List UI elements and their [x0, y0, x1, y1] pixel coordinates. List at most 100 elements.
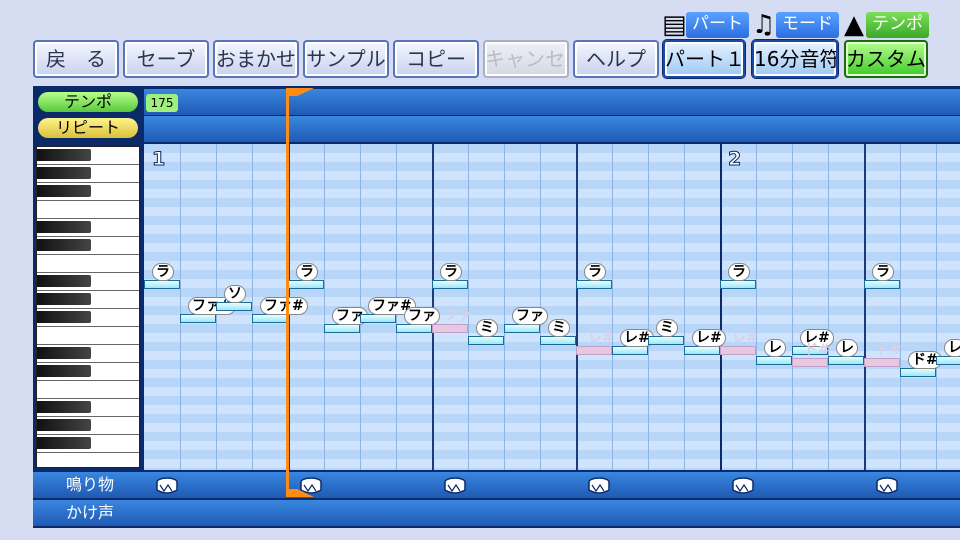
black-key[interactable]	[37, 293, 91, 305]
grid-line	[648, 144, 649, 470]
grid-line	[576, 144, 578, 470]
black-key[interactable]	[37, 185, 91, 197]
note-label: ファ	[404, 307, 440, 325]
note-block[interactable]	[396, 324, 432, 333]
white-key[interactable]	[37, 381, 139, 399]
black-key[interactable]	[37, 419, 91, 431]
note-label: ミ	[656, 319, 678, 337]
note-block[interactable]	[612, 346, 648, 355]
note-block[interactable]	[900, 368, 936, 377]
cancel-button[interactable]: キャンセル	[483, 40, 569, 78]
drum-icon[interactable]	[586, 476, 612, 496]
grid-line	[180, 144, 181, 470]
note-block[interactable]	[216, 302, 252, 311]
note-block[interactable]	[720, 346, 756, 355]
white-key[interactable]	[37, 255, 139, 273]
grid-line	[504, 144, 505, 470]
note-block[interactable]	[144, 280, 180, 289]
note-label: ラ	[584, 263, 606, 281]
note-label: ラ	[440, 263, 462, 281]
note-block[interactable]	[864, 280, 900, 289]
sample-button[interactable]: サンプル	[303, 40, 389, 78]
piano-roll-grid[interactable]: 1 2 ラファ# ソファ# ラファ ファ# ファラファミファミラレ# レ# ミレ# ラレ# レレ…	[144, 144, 960, 470]
grid-line	[324, 144, 325, 470]
help-button[interactable]: ヘルプ	[573, 40, 659, 78]
note-block[interactable]	[576, 346, 612, 355]
note-label: ミ	[548, 319, 570, 337]
repeat-row-label: リピート	[38, 118, 138, 138]
note-label: レ#	[732, 330, 758, 346]
note-label: ファ	[512, 307, 548, 325]
note-block[interactable]	[792, 358, 828, 367]
black-key[interactable]	[37, 347, 91, 359]
grid-line	[252, 144, 253, 470]
note-label: ファ#	[260, 297, 308, 315]
note-block[interactable]	[504, 324, 540, 333]
tempo-mode-button[interactable]: カスタム	[844, 40, 928, 78]
note-block[interactable]	[540, 336, 576, 345]
grid-line	[792, 144, 793, 470]
note-block[interactable]	[252, 314, 288, 323]
piano-keyboard[interactable]	[36, 146, 140, 468]
black-key[interactable]	[37, 275, 91, 287]
grid-line	[756, 144, 757, 470]
black-key[interactable]	[37, 149, 91, 161]
note-block[interactable]	[432, 280, 468, 289]
note-label: レ#	[692, 329, 726, 347]
grid-line	[900, 144, 901, 470]
drum-icon[interactable]	[154, 476, 180, 496]
note-block[interactable]	[576, 280, 612, 289]
note-block[interactable]	[324, 324, 360, 333]
save-button[interactable]: セーブ	[123, 40, 209, 78]
note-block[interactable]	[288, 280, 324, 289]
grid-line	[612, 144, 613, 470]
note-block[interactable]	[720, 280, 756, 289]
note-block[interactable]	[468, 336, 504, 345]
drum-icon[interactable]	[874, 476, 900, 496]
drum-icon[interactable]	[442, 476, 468, 496]
drum-icon[interactable]	[730, 476, 756, 496]
white-key[interactable]	[37, 201, 139, 219]
note-block[interactable]	[648, 336, 684, 345]
note-block[interactable]	[180, 314, 216, 323]
note-block[interactable]	[684, 346, 720, 355]
measure-number: 2	[727, 148, 742, 171]
note-label: レ	[944, 339, 960, 357]
black-key[interactable]	[37, 365, 91, 377]
note-block[interactable]	[936, 356, 960, 365]
part-select-button[interactable]: パート１	[663, 40, 745, 78]
note-label: レ	[836, 339, 858, 357]
tempo-track[interactable]	[144, 89, 960, 115]
copy-button[interactable]: コピー	[393, 40, 479, 78]
tempo-value[interactable]: 175	[146, 94, 178, 112]
top-toolbar: ▤ パート ♫ モード ▲ テンポ 戻 る セーブ おまかせ サンプル コピー …	[0, 0, 960, 86]
tempo-row-label: テンポ	[38, 92, 138, 112]
black-key[interactable]	[37, 221, 91, 233]
note-mode-button[interactable]: 16分音符	[752, 40, 838, 78]
sound-effects-label: 鳴り物	[65, 475, 114, 494]
back-button[interactable]: 戻 る	[33, 40, 119, 78]
playback-cursor[interactable]	[286, 92, 289, 496]
black-key[interactable]	[37, 437, 91, 449]
note-label: ラ	[872, 263, 894, 281]
black-key[interactable]	[37, 239, 91, 251]
white-key[interactable]	[37, 453, 139, 467]
black-key[interactable]	[37, 401, 91, 413]
auto-compose-button[interactable]: おまかせ	[213, 40, 299, 78]
repeat-track[interactable]	[144, 116, 960, 142]
grid-line	[720, 144, 722, 470]
voice-track[interactable]	[33, 500, 960, 526]
black-key[interactable]	[37, 311, 91, 323]
note-block[interactable]	[432, 324, 468, 333]
note-block[interactable]	[360, 314, 396, 323]
note-label: レ#	[588, 330, 614, 346]
note-block[interactable]	[864, 358, 900, 367]
note-block[interactable]	[828, 356, 864, 365]
note-block[interactable]	[756, 356, 792, 365]
grid-line	[684, 144, 685, 470]
measure-number: 1	[151, 148, 166, 171]
music-note-icon: ♫	[752, 10, 776, 40]
black-key[interactable]	[37, 167, 91, 179]
white-key[interactable]	[37, 327, 139, 345]
note-mode-label: モード	[776, 12, 839, 38]
